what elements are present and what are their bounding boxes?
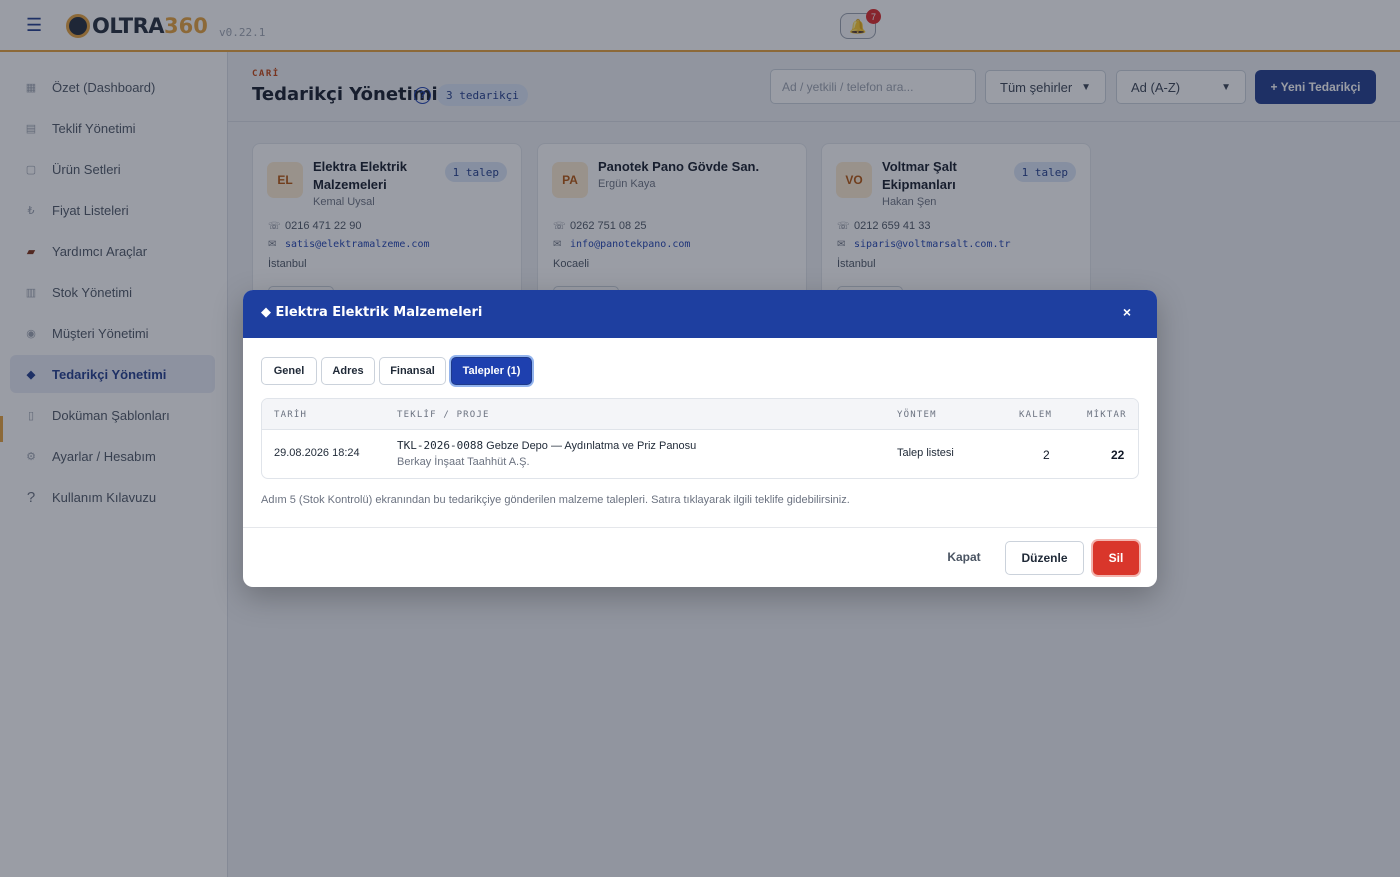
column-header-items[interactable]: KALEM [1019,410,1052,420]
delete-button[interactable]: Sil [1093,541,1139,575]
row-customer: Berkay İnşaat Taahhüt A.Ş. [397,456,530,468]
quote-code: TKL-2026-0088 [397,439,484,452]
column-header-method[interactable]: YÖNTEM [897,410,937,420]
project-name: Gebze Depo — Aydınlatma ve Priz Panosu [486,440,697,452]
column-header-quote-project[interactable]: TEKLİF / PROJE [397,410,490,420]
tab-financial[interactable]: Finansal [379,357,446,385]
row-item-count: 2 [1043,448,1050,462]
tab-requests[interactable]: Talepler (1) [451,357,532,385]
column-header-date[interactable]: TARİH [274,410,307,420]
row-date: 29.08.2026 18:24 [274,447,360,459]
requests-note: Adım 5 (Stok Kontrolü) ekranından bu ted… [261,494,850,506]
edit-button[interactable]: Düzenle [1005,541,1084,575]
row-quote: TKL-2026-0088 Gebze Depo — Aydınlatma ve… [397,439,696,452]
modal-header: ◆ Elektra Elektrik Malzemeleri × [243,290,1157,338]
row-quantity: 22 [1111,448,1125,462]
supplier-detail-modal: ◆ Elektra Elektrik Malzemeleri × Genel A… [243,290,1157,587]
close-button[interactable]: Kapat [939,541,989,573]
table-row[interactable]: 29.08.2026 18:24 TKL-2026-0088 Gebze Dep… [262,430,1138,478]
tab-address[interactable]: Adres [321,357,375,385]
modal-title: ◆ Elektra Elektrik Malzemeleri [261,305,483,320]
footer-divider [243,527,1157,528]
close-icon[interactable]: × [1123,304,1131,320]
table-header: TARİH TEKLİF / PROJE YÖNTEM KALEM MİKTAR [262,399,1138,430]
tab-general[interactable]: Genel [261,357,317,385]
requests-table: TARİH TEKLİF / PROJE YÖNTEM KALEM MİKTAR… [261,398,1139,479]
row-method: Talep listesi [897,447,954,459]
column-header-quantity[interactable]: MİKTAR [1087,410,1127,420]
